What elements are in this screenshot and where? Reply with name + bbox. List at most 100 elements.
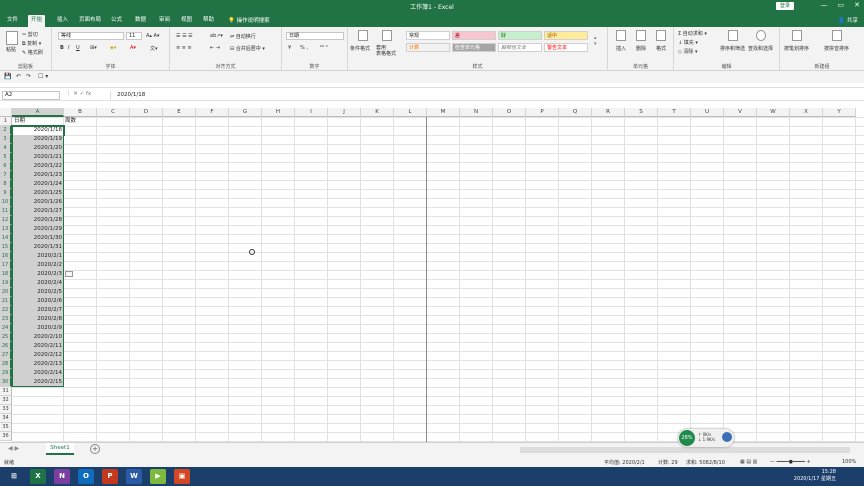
left-align-icon[interactable]: ≡ ≡ ≡ <box>176 45 192 51</box>
onenote-icon[interactable]: N <box>54 469 70 484</box>
view-buttons[interactable]: ▦ ▤ ▥ <box>740 459 757 465</box>
login-button[interactable]: 登录 <box>776 2 794 10</box>
horizontal-scrollbar[interactable] <box>520 447 850 453</box>
autosum-button[interactable]: Σ 自动求和 ▾ <box>678 30 707 37</box>
column-header-n[interactable]: N <box>460 108 493 117</box>
insert-cells-button[interactable]: 插入 <box>616 45 626 52</box>
cell-b1[interactable]: 周数 <box>65 117 76 126</box>
excel-icon[interactable]: X <box>30 469 46 484</box>
date-cell[interactable]: 2020/1/29 <box>12 225 64 234</box>
row-header-1[interactable]: 1 <box>0 117 12 126</box>
share-button[interactable]: 👤 共享 <box>838 16 858 24</box>
row-header-23[interactable]: 23 <box>0 315 12 324</box>
row-header-16[interactable]: 16 <box>0 252 12 261</box>
tab-insert[interactable]: 插入 <box>54 15 71 27</box>
minimize-button[interactable]: — <box>821 1 828 9</box>
date-cell[interactable]: 2020/2/14 <box>12 369 64 378</box>
maximize-button[interactable]: ▭ <box>838 1 845 9</box>
style-explanatory[interactable]: 解释性文本 <box>498 43 542 52</box>
date-cell[interactable]: 2020/1/25 <box>12 189 64 198</box>
date-cell[interactable]: 2020/1/19 <box>12 135 64 144</box>
wrap-text-button[interactable]: ⇌ 自动换行 <box>230 33 256 40</box>
date-cell[interactable]: 2020/2/8 <box>12 315 64 324</box>
row-header-33[interactable]: 33 <box>0 405 12 414</box>
column-header-e[interactable]: E <box>163 108 196 117</box>
italic-button[interactable]: I <box>68 45 69 51</box>
screen-recorder-icon[interactable]: ▣ <box>174 469 190 484</box>
tab-file[interactable]: 文件 <box>4 15 21 27</box>
date-cell[interactable]: 2020/2/9 <box>12 324 64 333</box>
currency-button[interactable]: ¥ <box>288 45 291 51</box>
copy-button[interactable]: ⧉ 复制 ▾ <box>22 40 41 47</box>
date-cell[interactable]: 2020/2/2 <box>12 261 64 270</box>
tell-me-search[interactable]: 💡 操作说明搜索 <box>228 16 270 24</box>
decimal-icon[interactable]: ⁰⁰ ⁰ <box>320 45 328 51</box>
column-header-q[interactable]: Q <box>559 108 592 117</box>
customize-qat-icon[interactable]: ☐ ▾ <box>38 73 48 80</box>
underline-button[interactable]: U <box>76 45 80 51</box>
row-header-36[interactable]: 36 <box>0 432 12 441</box>
fill-color-icon[interactable]: ◈▾ <box>110 45 116 51</box>
format-cells-icon[interactable] <box>656 30 666 41</box>
worksheet-grid[interactable]: A B C D E F G H I J K L M N O P Q R S T U V W X Y 1 2 3 4 5 6 7 8 9 10 11 12… <box>0 108 864 442</box>
date-cell[interactable]: 2020/2/4 <box>12 279 64 288</box>
row-header-24[interactable]: 24 <box>0 324 12 333</box>
style-normal[interactable]: 常规 <box>406 31 450 40</box>
date-cell[interactable]: 2020/1/27 <box>12 207 64 216</box>
row-header-4[interactable]: 4 <box>0 144 12 153</box>
row-header-9[interactable]: 9 <box>0 189 12 198</box>
column-header-a[interactable]: A <box>12 108 64 117</box>
sort-pinyin-button[interactable]: 按拼音排序 <box>824 45 849 52</box>
network-speed-widget[interactable]: 28% ↑ 0K/s ↓ 1.9K/s <box>678 429 734 447</box>
column-header-l[interactable]: L <box>394 108 427 117</box>
delete-cells-icon[interactable] <box>636 30 646 41</box>
column-header-i[interactable]: I <box>295 108 328 117</box>
merge-center-button[interactable]: ⊟ 合并后居中 ▾ <box>230 45 265 52</box>
column-header-v[interactable]: V <box>724 108 757 117</box>
row-header-14[interactable]: 14 <box>0 234 12 243</box>
date-cell[interactable]: 2020/2/3 <box>12 270 64 279</box>
border-icon[interactable]: ⊞▾ <box>90 45 97 51</box>
tab-review[interactable]: 审阅 <box>156 15 173 27</box>
redo-icon[interactable]: ↷ <box>26 73 31 80</box>
date-cell[interactable]: 2020/1/28 <box>12 216 64 225</box>
tab-page-layout[interactable]: 页面布局 <box>76 15 104 27</box>
close-button[interactable]: ✕ <box>854 1 860 9</box>
save-icon[interactable]: 💾 <box>4 73 11 80</box>
tab-home[interactable]: 开始 <box>28 15 46 27</box>
delete-cells-button[interactable]: 删除 <box>636 45 646 52</box>
conditional-format-icon[interactable] <box>358 30 368 41</box>
column-header-r[interactable]: R <box>592 108 625 117</box>
sheet-nav-arrows[interactable]: ◀ ▶ <box>8 445 19 452</box>
column-header-h[interactable]: H <box>262 108 295 117</box>
sort-filter-icon[interactable] <box>728 30 738 41</box>
tab-data[interactable]: 数据 <box>132 15 149 27</box>
row-header-7[interactable]: 7 <box>0 171 12 180</box>
sort-pinyin-icon[interactable] <box>832 30 842 41</box>
font-name-combo[interactable]: 等线 <box>58 32 124 40</box>
column-header-k[interactable]: K <box>361 108 394 117</box>
grow-font-icon[interactable]: A▴ A▾ <box>146 33 159 39</box>
column-header-f[interactable]: F <box>196 108 229 117</box>
date-cell[interactable]: 2020/1/31 <box>12 243 64 252</box>
sort-stroke-icon[interactable] <box>792 30 802 41</box>
row-header-26[interactable]: 26 <box>0 342 12 351</box>
row-header-32[interactable]: 32 <box>0 396 12 405</box>
formula-input[interactable]: 2020/1/18 <box>110 91 858 100</box>
row-header-28[interactable]: 28 <box>0 360 12 369</box>
name-box[interactable]: A2 <box>2 91 60 100</box>
column-header-m[interactable]: M <box>427 108 460 117</box>
row-header-25[interactable]: 25 <box>0 333 12 342</box>
date-cell[interactable]: 2020/2/15 <box>12 378 64 387</box>
row-header-15[interactable]: 15 <box>0 243 12 252</box>
number-format-combo[interactable]: 日期 <box>286 32 344 40</box>
row-header-19[interactable]: 19 <box>0 279 12 288</box>
row-header-13[interactable]: 13 <box>0 225 12 234</box>
find-select-button[interactable]: 查找和选择 <box>748 45 773 52</box>
date-cell[interactable]: 2020/2/10 <box>12 333 64 342</box>
outlook-icon[interactable]: O <box>78 469 94 484</box>
row-header-12[interactable]: 12 <box>0 216 12 225</box>
start-icon[interactable]: ⊞ <box>6 469 22 484</box>
row-header-31[interactable]: 31 <box>0 387 12 396</box>
style-good[interactable]: 好 <box>498 31 542 40</box>
